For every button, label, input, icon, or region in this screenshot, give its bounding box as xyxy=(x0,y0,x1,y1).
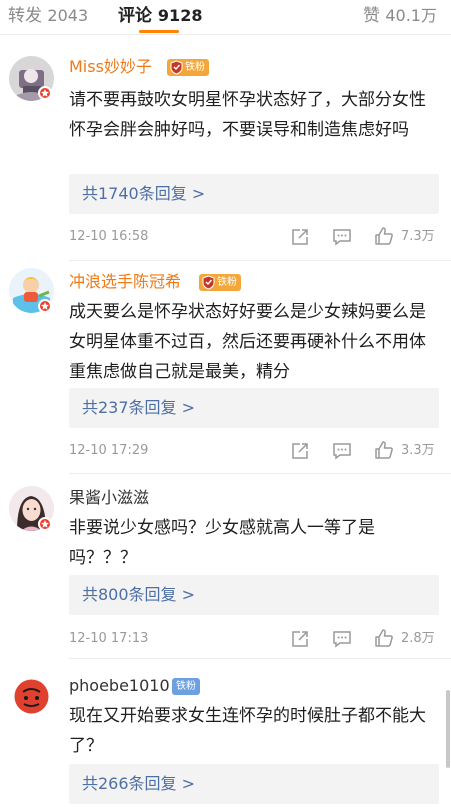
fan-crest-icon xyxy=(169,60,184,75)
comment-item: phoebe1010 铁粉 现在又开始要求女生连怀孕的时候肚子都不能大了？ 共2… xyxy=(0,659,451,809)
username[interactable]: phoebe1010 xyxy=(69,676,170,696)
verified-badge-icon xyxy=(38,86,52,100)
comment-item: Miss妙妙子 铁粉 请不要再鼓吹女明星怀孕状态好了，大部分女性怀孕会胖会肿好吗… xyxy=(0,45,451,260)
reply-icon[interactable] xyxy=(332,441,352,461)
username[interactable]: 果酱小滋滋 xyxy=(69,488,149,508)
tab-like-count: 40.1万 xyxy=(385,6,437,25)
replies-label: 共1740条回复 > xyxy=(82,184,206,203)
like-icon[interactable] xyxy=(374,628,394,648)
tabs-divider xyxy=(0,34,451,35)
share-icon[interactable] xyxy=(290,227,310,247)
tab-repost[interactable]: 转发 2043 xyxy=(8,5,88,27)
like-count: 3.3万 xyxy=(401,443,435,458)
active-tab-indicator xyxy=(139,30,179,33)
tab-like-label: 赞 xyxy=(362,6,380,26)
tab-comment-count: 9128 xyxy=(157,6,203,25)
share-icon[interactable] xyxy=(290,629,310,649)
replies-label: 共237条回复 > xyxy=(82,398,196,417)
comment-time: 12-10 16:58 xyxy=(69,229,149,244)
comment-text: 请不要再鼓吹女明星怀孕状态好了，大部分女性怀孕会胖会肿好吗，不要误导和制造焦虑好… xyxy=(69,90,426,140)
reply-icon[interactable] xyxy=(332,629,352,649)
like-count: 2.8万 xyxy=(401,631,435,646)
verified-badge-icon xyxy=(38,517,52,531)
comment-text: 成天要么是怀孕状态好好要么是少女辣妈要么是女明星体重不过百，然后还要再硬补什么不… xyxy=(69,302,426,382)
replies-label: 共266条回复 > xyxy=(82,774,196,793)
like-icon[interactable] xyxy=(374,440,394,460)
reply-icon[interactable] xyxy=(332,227,352,247)
view-replies-button[interactable]: 共800条回复 > xyxy=(69,575,439,615)
comment-item: 果酱小滋滋 非要说少女感吗？少女感就高人一等了是吗？？？ 共800条回复 > 1… xyxy=(0,474,451,658)
fan-badge: 铁粉 xyxy=(167,59,209,76)
fan-badge-label: 铁粉 xyxy=(217,277,237,288)
share-icon[interactable] xyxy=(290,441,310,461)
tab-repost-count: 2043 xyxy=(47,6,89,25)
tab-comment[interactable]: 评论 9128 xyxy=(118,5,202,27)
comment-time: 12-10 17:29 xyxy=(69,443,149,458)
comment-text: 非要说少女感吗？少女感就高人一等了是吗？？？ xyxy=(69,518,375,568)
tab-repost-label: 转发 xyxy=(8,6,42,26)
like-count: 7.3万 xyxy=(401,229,435,244)
comment-text: 现在又开始要求女生连怀孕的时候肚子都不能大了？ xyxy=(69,706,426,756)
replies-label: 共800条回复 > xyxy=(82,585,196,604)
avatar[interactable] xyxy=(9,674,54,719)
scrollbar[interactable] xyxy=(446,690,450,768)
tab-like[interactable]: 赞 40.1万 xyxy=(363,5,437,27)
username[interactable]: Miss妙妙子 xyxy=(69,57,152,77)
fan-badge: 铁粉 xyxy=(199,274,241,291)
fan-badge: 铁粉 xyxy=(172,678,200,695)
view-replies-button[interactable]: 共1740条回复 > xyxy=(69,174,439,214)
fan-crest-icon xyxy=(201,275,216,290)
verified-badge-icon xyxy=(38,299,52,313)
fan-badge-label: 铁粉 xyxy=(176,681,196,692)
view-replies-button[interactable]: 共266条回复 > xyxy=(69,764,439,804)
tab-comment-label: 评论 xyxy=(118,6,152,26)
comment-item: 冲浪选手陈冠希 铁粉 成天要么是怀孕状态好好要么是少女辣妈要么是女明星体重不过百… xyxy=(0,261,451,473)
comment-tabs-bar: 转发 2043 评论 9128 赞 40.1万 xyxy=(0,0,451,34)
comment-time: 12-10 17:13 xyxy=(69,631,149,646)
fan-badge-label: 铁粉 xyxy=(185,62,205,73)
view-replies-button[interactable]: 共237条回复 > xyxy=(69,388,439,428)
like-icon[interactable] xyxy=(374,226,394,246)
username[interactable]: 冲浪选手陈冠希 xyxy=(69,272,181,292)
